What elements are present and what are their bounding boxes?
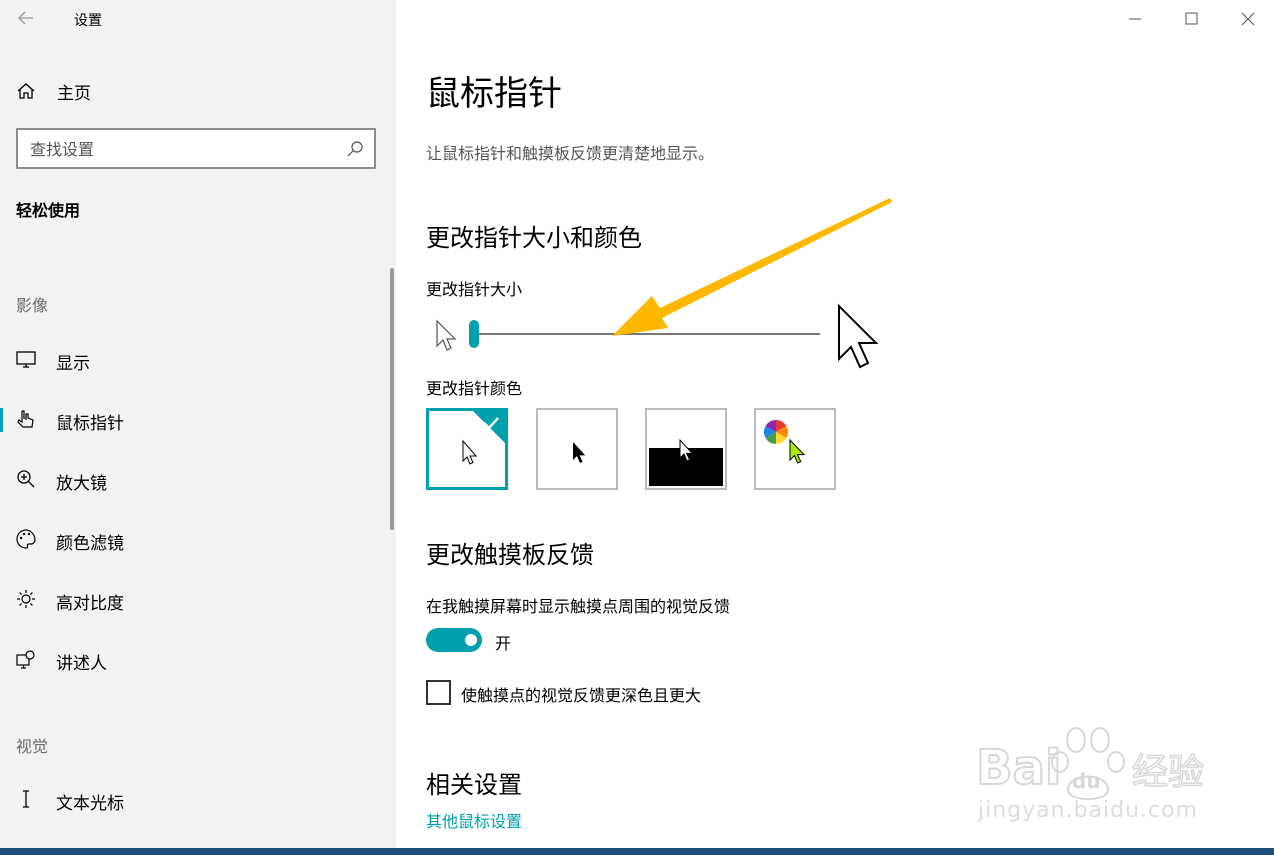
watermark-text: jingyan.baidu.com [978,798,1199,823]
home-icon [17,83,35,99]
close-icon[interactable] [1235,8,1261,30]
back-arrow-icon [18,11,33,25]
back-button[interactable] [14,8,38,30]
related-settings-heading: 相关设置 [426,771,522,799]
sidebar-scrollbar[interactable] [390,268,394,530]
sidebar-item-label: 颜色滤镜 [56,534,124,554]
pointer-color-label: 更改指针颜色 [426,379,523,398]
narrator-icon [16,650,35,669]
sidebar-item-magnifier[interactable]: 放大镜 [0,458,392,502]
sidebar-item-high-contrast[interactable]: 高对比度 [0,578,392,622]
color-wheel-icon [763,420,789,444]
maximize-icon[interactable] [1178,8,1204,30]
palette-icon [16,529,36,549]
home-label: 主页 [57,83,91,104]
app-title: 设置 [74,13,102,29]
lime-pointer-icon [789,438,806,464]
svg-text:du: du [1072,769,1101,793]
toggle-knob [465,634,477,646]
home-button[interactable]: 主页 [16,79,91,104]
sidebar-item-label: 放大镜 [56,474,107,494]
search-box[interactable] [16,128,376,169]
svg-text:Bai: Bai [976,740,1061,796]
sidebar: 设置 主页 轻松使用 影像 显示 鼠标指针 放大镜 颜色滤镜 高对比度 讲述人 … [0,0,396,855]
sidebar-item-label: 高对比度 [56,594,124,614]
sidebar-item-color-filters[interactable]: 颜色滤镜 [0,518,392,562]
text-cursor-icon [23,790,29,808]
color-option-black[interactable] [536,408,618,490]
touch-feedback-heading: 更改触摸板反馈 [426,541,594,569]
pointer-size-label: 更改指针大小 [426,280,523,299]
sidebar-item-label: 文本光标 [56,794,124,814]
search-icon[interactable] [346,140,364,158]
selection-indicator [0,408,3,432]
taskbar [0,848,1274,855]
white-pointer-icon [462,439,478,465]
sidebar-item-narrator[interactable]: 讲述人 [0,638,392,682]
svg-text:经验: 经验 [1132,752,1204,793]
page-title: 鼠标指针 [426,74,562,114]
sidebar-item-label: 鼠标指针 [56,414,124,434]
magnifier-icon [17,470,35,488]
page-description: 让鼠标指针和触摸板反馈更清楚地显示。 [426,144,715,163]
toggle-state-label: 开 [495,634,512,653]
color-option-inverted[interactable] [645,408,727,490]
monitor-icon [16,351,36,368]
section-title: 轻松使用 [16,201,81,220]
other-mouse-settings-link[interactable]: 其他鼠标设置 [426,808,522,832]
sidebar-item-label: 讲述人 [56,654,107,674]
touch-feedback-toggle[interactable] [426,628,482,652]
darker-feedback-checkbox[interactable] [426,680,451,705]
darker-feedback-label: 使触摸点的视觉反馈更深色且更大 [461,686,702,705]
group-label-vision: 视觉 [16,737,49,756]
sidebar-item-display[interactable]: 显示 [0,338,392,382]
group-label-imaging: 影像 [16,296,49,315]
black-pointer-icon [573,442,586,463]
search-input[interactable] [30,138,330,160]
color-option-custom[interactable] [754,408,836,490]
sidebar-item-label: 显示 [56,354,90,374]
brightness-icon [17,590,35,608]
mouse-pointer-icon [17,410,34,428]
minimize-icon[interactable] [1122,8,1148,30]
sidebar-item-mouse-pointer[interactable]: 鼠标指针 [0,398,392,442]
slider-thumb[interactable] [469,320,479,348]
annotation-arrow [612,198,892,336]
touch-feedback-toggle-label: 在我触摸屏幕时显示触摸点周围的视觉反馈 [426,597,731,616]
small-pointer-icon [436,319,457,351]
color-option-white[interactable] [426,408,508,490]
sidebar-item-text-cursor[interactable]: 文本光标 [0,778,392,822]
